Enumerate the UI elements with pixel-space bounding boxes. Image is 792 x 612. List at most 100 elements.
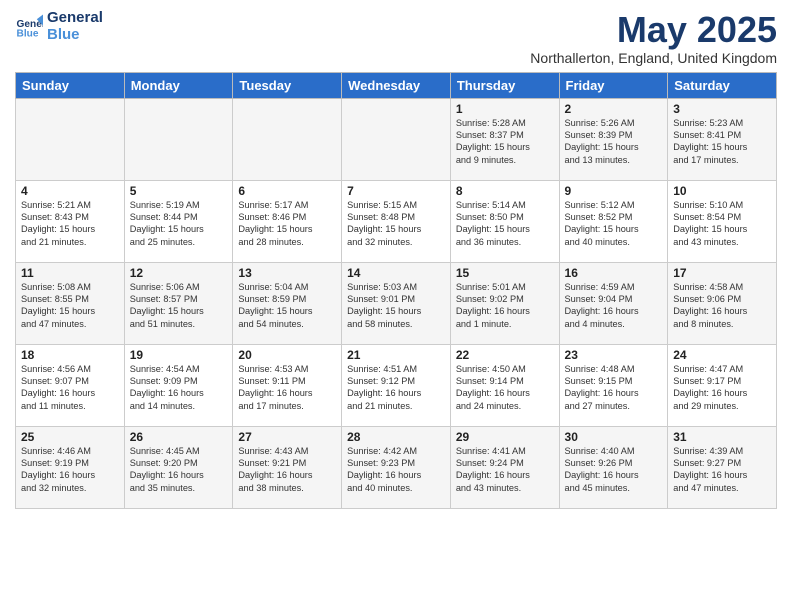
week-row-1: 1Sunrise: 5:28 AM Sunset: 8:37 PM Daylig… [16,98,777,180]
calendar-cell: 28Sunrise: 4:42 AM Sunset: 9:23 PM Dayli… [342,426,451,508]
calendar-cell: 2Sunrise: 5:26 AM Sunset: 8:39 PM Daylig… [559,98,668,180]
day-number: 2 [565,102,663,116]
day-number: 13 [238,266,336,280]
calendar-cell: 21Sunrise: 4:51 AM Sunset: 9:12 PM Dayli… [342,344,451,426]
calendar-cell: 9Sunrise: 5:12 AM Sunset: 8:52 PM Daylig… [559,180,668,262]
day-info: Sunrise: 4:46 AM Sunset: 9:19 PM Dayligh… [21,445,119,495]
weekday-header-saturday: Saturday [668,72,777,98]
calendar-cell [233,98,342,180]
calendar-cell: 19Sunrise: 4:54 AM Sunset: 9:09 PM Dayli… [124,344,233,426]
week-row-4: 18Sunrise: 4:56 AM Sunset: 9:07 PM Dayli… [16,344,777,426]
day-number: 17 [673,266,771,280]
calendar-cell: 20Sunrise: 4:53 AM Sunset: 9:11 PM Dayli… [233,344,342,426]
day-number: 18 [21,348,119,362]
weekday-header-row: SundayMondayTuesdayWednesdayThursdayFrid… [16,72,777,98]
day-number: 9 [565,184,663,198]
title-block: May 2025 Northallerton, England, United … [530,10,777,66]
day-number: 16 [565,266,663,280]
weekday-header-thursday: Thursday [450,72,559,98]
logo: General Blue General Blue [15,10,103,43]
calendar-cell: 22Sunrise: 4:50 AM Sunset: 9:14 PM Dayli… [450,344,559,426]
calendar-cell [16,98,125,180]
day-info: Sunrise: 5:08 AM Sunset: 8:55 PM Dayligh… [21,281,119,331]
calendar-cell: 31Sunrise: 4:39 AM Sunset: 9:27 PM Dayli… [668,426,777,508]
day-info: Sunrise: 5:04 AM Sunset: 8:59 PM Dayligh… [238,281,336,331]
page: General Blue General Blue May 2025 North… [0,0,792,612]
calendar-cell: 17Sunrise: 4:58 AM Sunset: 9:06 PM Dayli… [668,262,777,344]
day-info: Sunrise: 4:39 AM Sunset: 9:27 PM Dayligh… [673,445,771,495]
day-number: 29 [456,430,554,444]
calendar-cell: 30Sunrise: 4:40 AM Sunset: 9:26 PM Dayli… [559,426,668,508]
logo-blue: Blue [47,27,103,44]
day-info: Sunrise: 4:47 AM Sunset: 9:17 PM Dayligh… [673,363,771,413]
day-number: 22 [456,348,554,362]
day-info: Sunrise: 4:41 AM Sunset: 9:24 PM Dayligh… [456,445,554,495]
day-info: Sunrise: 4:51 AM Sunset: 9:12 PM Dayligh… [347,363,445,413]
day-info: Sunrise: 5:06 AM Sunset: 8:57 PM Dayligh… [130,281,228,331]
week-row-3: 11Sunrise: 5:08 AM Sunset: 8:55 PM Dayli… [16,262,777,344]
day-info: Sunrise: 5:03 AM Sunset: 9:01 PM Dayligh… [347,281,445,331]
weekday-header-wednesday: Wednesday [342,72,451,98]
day-info: Sunrise: 4:48 AM Sunset: 9:15 PM Dayligh… [565,363,663,413]
day-number: 28 [347,430,445,444]
month-title: May 2025 [530,10,777,50]
day-info: Sunrise: 4:58 AM Sunset: 9:06 PM Dayligh… [673,281,771,331]
weekday-header-monday: Monday [124,72,233,98]
calendar-cell: 4Sunrise: 5:21 AM Sunset: 8:43 PM Daylig… [16,180,125,262]
logo-icon: General Blue [15,13,43,41]
calendar-cell: 13Sunrise: 5:04 AM Sunset: 8:59 PM Dayli… [233,262,342,344]
day-info: Sunrise: 4:59 AM Sunset: 9:04 PM Dayligh… [565,281,663,331]
day-info: Sunrise: 5:19 AM Sunset: 8:44 PM Dayligh… [130,199,228,249]
day-number: 11 [21,266,119,280]
calendar-cell: 5Sunrise: 5:19 AM Sunset: 8:44 PM Daylig… [124,180,233,262]
day-number: 5 [130,184,228,198]
day-info: Sunrise: 5:15 AM Sunset: 8:48 PM Dayligh… [347,199,445,249]
calendar-cell: 23Sunrise: 4:48 AM Sunset: 9:15 PM Dayli… [559,344,668,426]
day-info: Sunrise: 5:21 AM Sunset: 8:43 PM Dayligh… [21,199,119,249]
calendar-cell: 27Sunrise: 4:43 AM Sunset: 9:21 PM Dayli… [233,426,342,508]
header: General Blue General Blue May 2025 North… [15,10,777,66]
day-info: Sunrise: 4:54 AM Sunset: 9:09 PM Dayligh… [130,363,228,413]
calendar-cell: 14Sunrise: 5:03 AM Sunset: 9:01 PM Dayli… [342,262,451,344]
calendar-cell: 10Sunrise: 5:10 AM Sunset: 8:54 PM Dayli… [668,180,777,262]
calendar-cell: 15Sunrise: 5:01 AM Sunset: 9:02 PM Dayli… [450,262,559,344]
calendar-cell [124,98,233,180]
day-info: Sunrise: 5:17 AM Sunset: 8:46 PM Dayligh… [238,199,336,249]
calendar-cell: 1Sunrise: 5:28 AM Sunset: 8:37 PM Daylig… [450,98,559,180]
calendar-cell: 29Sunrise: 4:41 AM Sunset: 9:24 PM Dayli… [450,426,559,508]
day-number: 7 [347,184,445,198]
day-number: 12 [130,266,228,280]
day-info: Sunrise: 4:50 AM Sunset: 9:14 PM Dayligh… [456,363,554,413]
day-number: 8 [456,184,554,198]
day-info: Sunrise: 5:26 AM Sunset: 8:39 PM Dayligh… [565,117,663,167]
day-number: 6 [238,184,336,198]
day-number: 23 [565,348,663,362]
weekday-header-friday: Friday [559,72,668,98]
day-number: 1 [456,102,554,116]
calendar-cell: 18Sunrise: 4:56 AM Sunset: 9:07 PM Dayli… [16,344,125,426]
weekday-header-tuesday: Tuesday [233,72,342,98]
day-number: 20 [238,348,336,362]
day-info: Sunrise: 5:10 AM Sunset: 8:54 PM Dayligh… [673,199,771,249]
day-number: 26 [130,430,228,444]
calendar-cell [342,98,451,180]
day-info: Sunrise: 4:53 AM Sunset: 9:11 PM Dayligh… [238,363,336,413]
weekday-header-sunday: Sunday [16,72,125,98]
day-info: Sunrise: 4:43 AM Sunset: 9:21 PM Dayligh… [238,445,336,495]
day-number: 10 [673,184,771,198]
day-number: 24 [673,348,771,362]
calendar-table: SundayMondayTuesdayWednesdayThursdayFrid… [15,72,777,509]
day-number: 25 [21,430,119,444]
day-number: 21 [347,348,445,362]
location: Northallerton, England, United Kingdom [530,50,777,66]
calendar-cell: 11Sunrise: 5:08 AM Sunset: 8:55 PM Dayli… [16,262,125,344]
calendar-cell: 26Sunrise: 4:45 AM Sunset: 9:20 PM Dayli… [124,426,233,508]
calendar-cell: 8Sunrise: 5:14 AM Sunset: 8:50 PM Daylig… [450,180,559,262]
day-number: 31 [673,430,771,444]
calendar-cell: 6Sunrise: 5:17 AM Sunset: 8:46 PM Daylig… [233,180,342,262]
day-info: Sunrise: 5:12 AM Sunset: 8:52 PM Dayligh… [565,199,663,249]
calendar-cell: 7Sunrise: 5:15 AM Sunset: 8:48 PM Daylig… [342,180,451,262]
day-info: Sunrise: 4:45 AM Sunset: 9:20 PM Dayligh… [130,445,228,495]
calendar-cell: 3Sunrise: 5:23 AM Sunset: 8:41 PM Daylig… [668,98,777,180]
logo-general: General [47,10,103,27]
